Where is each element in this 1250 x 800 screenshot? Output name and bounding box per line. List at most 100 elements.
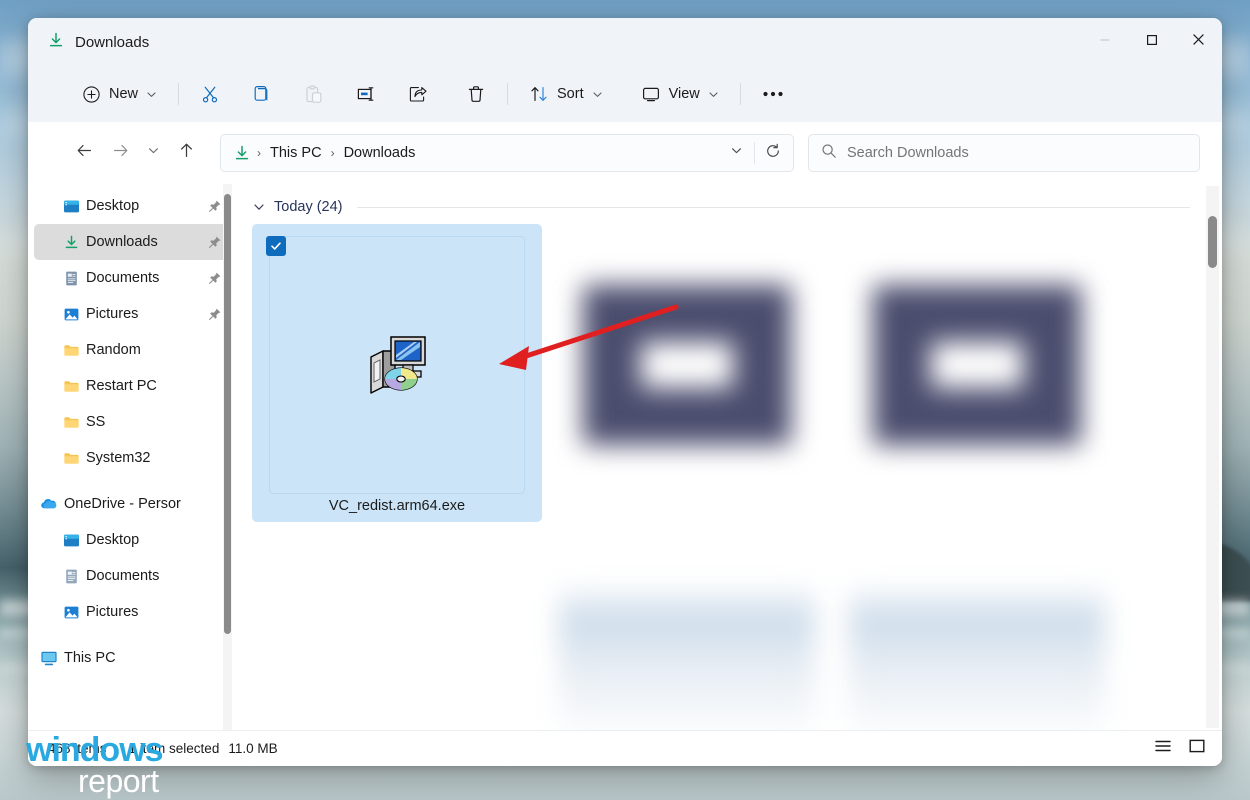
navigation-pane-scrollbar[interactable]: [223, 184, 232, 730]
close-button[interactable]: [1175, 18, 1222, 66]
file-tile-blurred-4[interactable]: [542, 522, 832, 730]
delete-button[interactable]: [456, 77, 496, 111]
up-button[interactable]: [168, 135, 204, 171]
arrow-up-icon: [177, 141, 196, 165]
sidebar-item-label: Pictures: [86, 306, 139, 322]
selection-checkbox[interactable]: [266, 236, 286, 256]
sidebar-item-this-pc[interactable]: This PC: [34, 640, 228, 676]
file-list-scrollbar[interactable]: [1206, 186, 1219, 728]
sidebar-item-onedrive-pictures[interactable]: Pictures: [34, 594, 228, 630]
copy-button[interactable]: [242, 77, 282, 111]
breadcrumb-item-downloads[interactable]: Downloads: [337, 141, 423, 165]
paste-button[interactable]: [294, 77, 334, 111]
sidebar-item-onedrive[interactable]: OneDrive - Persor: [34, 486, 228, 522]
titlebar: Downloads: [28, 18, 1222, 66]
watermark-line-2: report: [78, 762, 159, 799]
sort-button[interactable]: Sort: [519, 77, 613, 111]
file-thumbnail: [849, 236, 1105, 494]
arrow-right-icon: [111, 141, 130, 165]
file-tile-blurred-2[interactable]: [832, 224, 1122, 522]
sidebar-item-ss[interactable]: SS: [34, 404, 228, 440]
chevron-down-icon: [730, 144, 743, 162]
status-bar: 468 items 1 item selected 11.0 MB: [28, 730, 1222, 766]
downloads-arrow-icon: [47, 31, 65, 54]
recent-locations-button[interactable]: [138, 135, 168, 171]
blurred-thumbnail: [559, 583, 815, 730]
explorer-body: Desktop Downloads Documents Pictures Ran…: [28, 184, 1222, 730]
blurred-thumbnail: [849, 255, 1105, 475]
large-icons-view-button[interactable]: [1180, 735, 1214, 763]
forward-button[interactable]: [102, 135, 138, 171]
rename-button[interactable]: [346, 77, 386, 111]
see-more-button[interactable]: [752, 77, 794, 111]
details-view-button[interactable]: [1146, 735, 1180, 763]
sidebar-item-desktop[interactable]: Desktop: [34, 188, 228, 224]
maximize-icon: [1146, 33, 1158, 51]
file-thumbnail: [559, 534, 815, 730]
new-button[interactable]: New: [72, 77, 167, 111]
pictures-icon: [56, 306, 86, 323]
sidebar-item-documents[interactable]: Documents: [34, 260, 228, 296]
sidebar-item-onedrive-desktop[interactable]: Desktop: [34, 522, 228, 558]
file-tile-blurred-5[interactable]: [832, 522, 1122, 730]
file-tile-vc-redist[interactable]: VC_redist.arm64.exe: [252, 224, 542, 522]
search-input[interactable]: [847, 145, 1187, 161]
item-count-label: 468 items: [48, 741, 107, 756]
file-list-scrollbar-thumb[interactable]: [1208, 216, 1217, 268]
navigation-pane: Desktop Downloads Documents Pictures Ran…: [28, 184, 236, 730]
sidebar-item-pictures[interactable]: Pictures: [34, 296, 228, 332]
paste-icon: [304, 84, 324, 104]
view-button[interactable]: View: [631, 77, 729, 111]
sidebar-item-system32[interactable]: System32: [34, 440, 228, 476]
refresh-icon: [765, 143, 781, 164]
sort-arrows-icon: [529, 84, 549, 104]
scissors-icon: [200, 84, 220, 104]
documents-icon: [56, 568, 86, 585]
file-explorer-window: Downloads New Sort View › This PC › Down…: [28, 18, 1222, 766]
onedrive-icon: [34, 495, 64, 513]
group-divider: [356, 206, 1190, 208]
address-dropdown-button[interactable]: [720, 137, 752, 169]
chevron-down-icon[interactable]: [252, 200, 266, 214]
sidebar-item-label: Pictures: [86, 604, 139, 620]
group-header-today[interactable]: Today (24): [252, 184, 1222, 218]
sidebar-item-label: System32: [86, 450, 151, 466]
share-button[interactable]: [398, 77, 438, 111]
sidebar-item-label: SS: [86, 414, 106, 430]
maximize-button[interactable]: [1128, 18, 1175, 66]
breadcrumb-item-this-pc[interactable]: This PC: [263, 141, 329, 165]
sidebar-item-random[interactable]: Random: [34, 332, 228, 368]
new-button-label: New: [109, 86, 139, 102]
titlebar-left: Downloads: [28, 31, 149, 54]
selection-size-label: 11.0 MB: [228, 741, 278, 756]
refresh-button[interactable]: [757, 137, 789, 169]
file-tile-blurred-3[interactable]: [252, 522, 542, 730]
trash-icon: [466, 84, 486, 104]
blurred-thumbnail: [559, 255, 815, 475]
breadcrumb-separator: ›: [330, 146, 335, 160]
this-pc-icon: [34, 649, 64, 667]
cut-button[interactable]: [190, 77, 230, 111]
address-bar[interactable]: › This PC › Downloads: [220, 134, 794, 172]
folder-icon: [56, 378, 86, 395]
window-title: Downloads: [75, 33, 150, 51]
toolbar-separator-1: [178, 83, 180, 105]
address-bar-divider: [754, 142, 755, 164]
pictures-icon: [56, 604, 86, 621]
sidebar-item-label: Restart PC: [86, 378, 157, 394]
minimize-button[interactable]: [1081, 18, 1128, 66]
window-controls: [1081, 18, 1222, 66]
file-thumbnail: [269, 236, 525, 494]
sidebar-item-label: Documents: [86, 270, 160, 286]
desktop-icon: [56, 532, 86, 549]
navigation-pane-scrollbar-thumb[interactable]: [224, 194, 231, 634]
sidebar-item-downloads[interactable]: Downloads: [34, 224, 228, 260]
large-icons-view-icon: [1188, 738, 1206, 759]
search-box[interactable]: [808, 134, 1200, 172]
sidebar-item-label: Documents: [86, 568, 160, 584]
sidebar-item-restart-pc[interactable]: Restart PC: [34, 368, 228, 404]
back-button[interactable]: [66, 135, 102, 171]
file-list-pane: Today (24) VC_redist.arm64.exe: [236, 184, 1222, 730]
sidebar-item-onedrive-documents[interactable]: Documents: [34, 558, 228, 594]
file-tile-blurred-1[interactable]: [542, 224, 832, 522]
